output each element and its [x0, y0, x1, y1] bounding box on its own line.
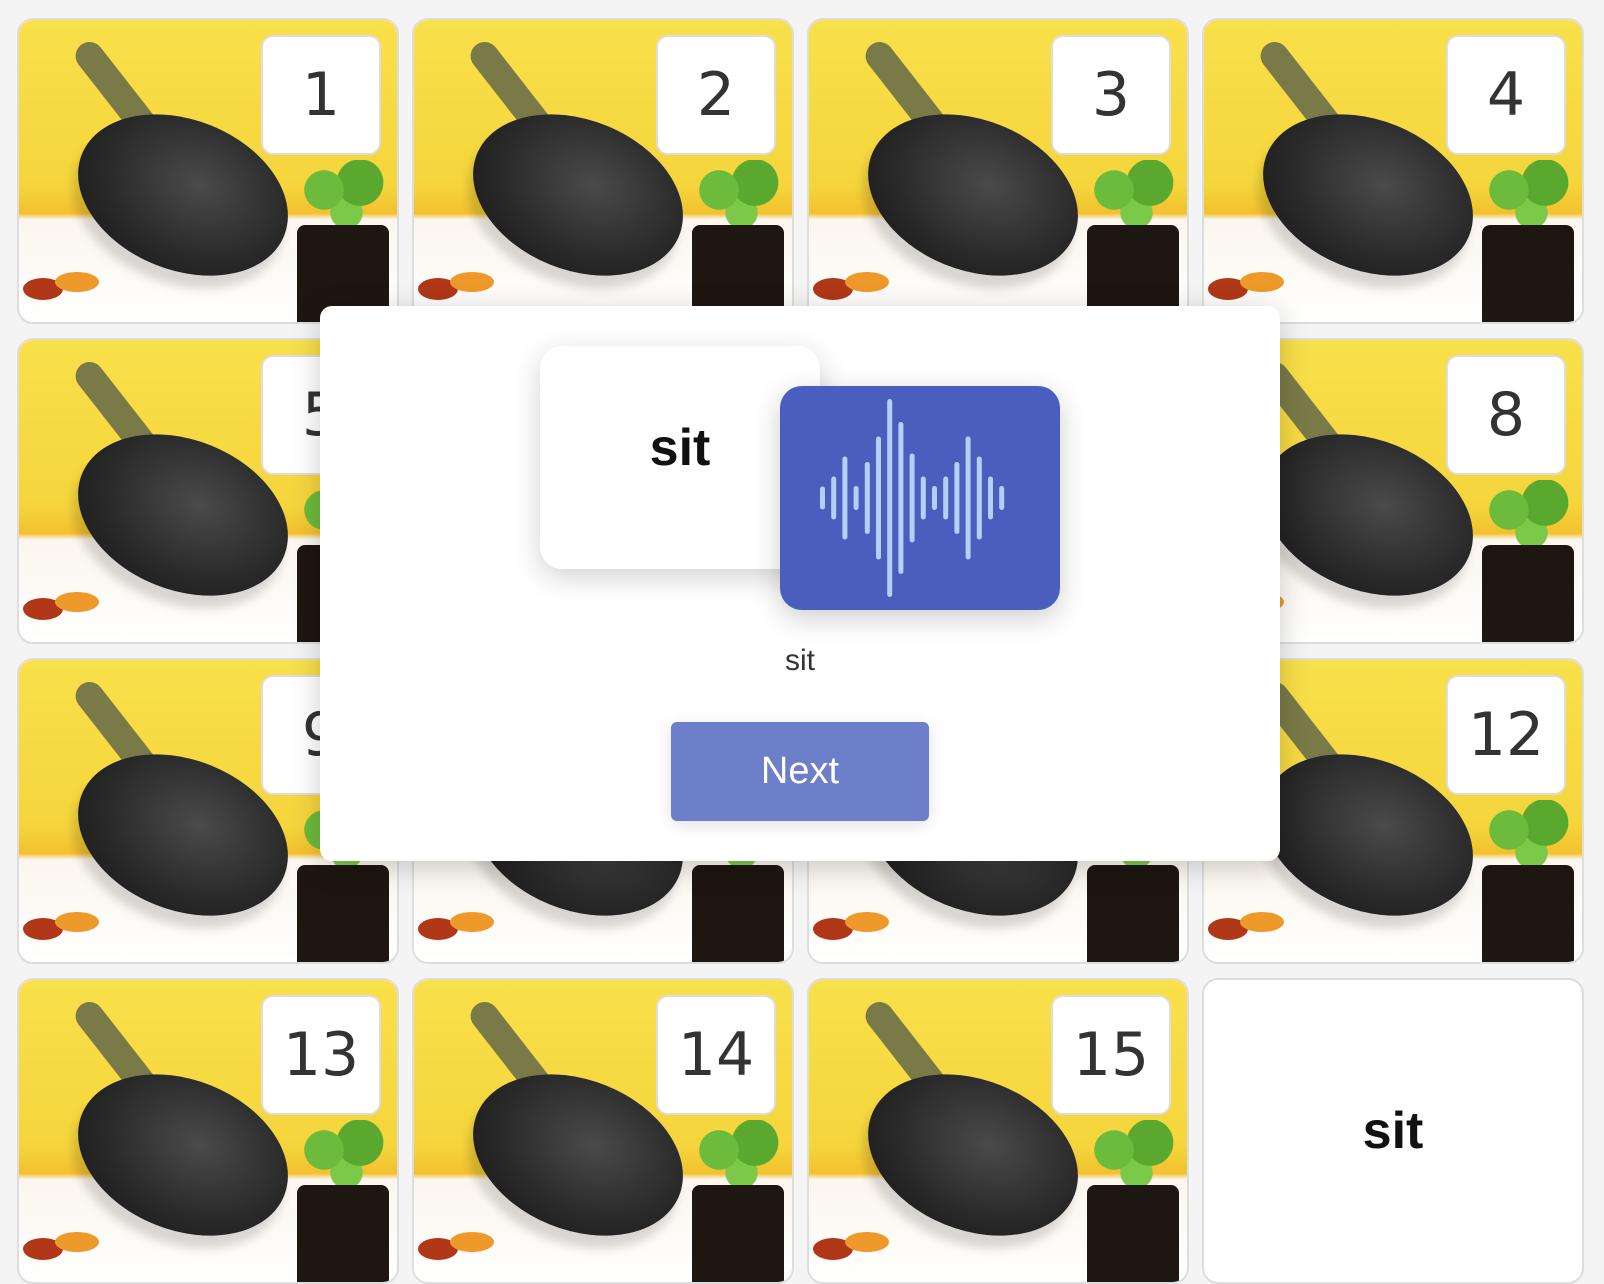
card-tile[interactable]: 14	[412, 978, 794, 1284]
spice	[845, 912, 889, 932]
basil-plant	[692, 160, 782, 235]
waveform-bar	[898, 422, 904, 574]
card-number-badge: 12	[1446, 675, 1566, 795]
waveform-bar	[842, 456, 848, 540]
waveform-bar	[920, 476, 926, 520]
card-tile[interactable]: 4	[1202, 18, 1584, 324]
card-number-badge: 8	[1446, 355, 1566, 475]
spice	[55, 1232, 99, 1252]
waveform-bar	[864, 462, 870, 534]
card-number-badge: 2	[656, 35, 776, 155]
card-number-badge: 14	[656, 995, 776, 1115]
card-tile[interactable]: 2	[412, 18, 794, 324]
spice	[55, 912, 99, 932]
spice	[1240, 272, 1284, 292]
basil-plant	[1482, 480, 1572, 555]
word-caption: sit	[785, 644, 815, 677]
waveform-bar	[943, 476, 949, 520]
waveform-bar	[887, 399, 893, 597]
revealed-word: sit	[1362, 1102, 1424, 1160]
card-tile[interactable]: 1	[17, 18, 399, 324]
waveform-bar	[965, 436, 971, 560]
spice	[1240, 912, 1284, 932]
basil-plant	[297, 160, 387, 235]
spice	[55, 272, 99, 292]
basil-plant	[1482, 800, 1572, 875]
word-card-text: sit	[649, 418, 711, 477]
waveform-bar	[876, 436, 881, 560]
spice	[845, 272, 889, 292]
waveform-bar	[988, 476, 993, 520]
soil	[1482, 865, 1574, 962]
waveform-bar	[820, 486, 825, 510]
card-tile[interactable]: 15	[807, 978, 1189, 1284]
spice	[450, 272, 494, 292]
soil	[1482, 225, 1574, 322]
waveform-bar	[954, 462, 960, 534]
spice	[450, 1232, 494, 1252]
waveform-bar	[999, 486, 1005, 510]
spice	[450, 912, 494, 932]
basil-plant	[1087, 160, 1177, 235]
match-dialog: sit sit Next	[320, 306, 1280, 861]
audio-card[interactable]	[780, 386, 1060, 610]
card-tile[interactable]: 13	[17, 978, 399, 1284]
soil	[297, 1185, 389, 1282]
basil-plant	[1087, 1120, 1177, 1195]
waveform-bar	[853, 486, 859, 510]
card-tile[interactable]: 3	[807, 18, 1189, 324]
soil	[692, 865, 784, 962]
soil	[1482, 545, 1574, 642]
spice	[55, 592, 99, 612]
basil-plant	[1482, 160, 1572, 235]
spice	[845, 1232, 889, 1252]
basil-plant	[692, 1120, 782, 1195]
soil	[1087, 1185, 1179, 1282]
waveform-bar	[976, 456, 982, 540]
card-number-badge: 1	[261, 35, 381, 155]
revealed-word-tile[interactable]: sit	[1202, 978, 1584, 1284]
basil-plant	[297, 1120, 387, 1195]
card-number-badge: 3	[1051, 35, 1171, 155]
waveform-bar	[932, 486, 937, 510]
next-button[interactable]: Next	[671, 722, 929, 821]
card-number-badge: 4	[1446, 35, 1566, 155]
waveform-bar	[831, 476, 837, 520]
soil	[1087, 865, 1179, 962]
waveform-icon	[820, 399, 1005, 597]
card-number-badge: 15	[1051, 995, 1171, 1115]
soil	[297, 865, 389, 962]
soil	[692, 1185, 784, 1282]
word-card: sit	[540, 346, 820, 569]
waveform-bar	[909, 453, 915, 543]
card-number-badge: 13	[261, 995, 381, 1115]
